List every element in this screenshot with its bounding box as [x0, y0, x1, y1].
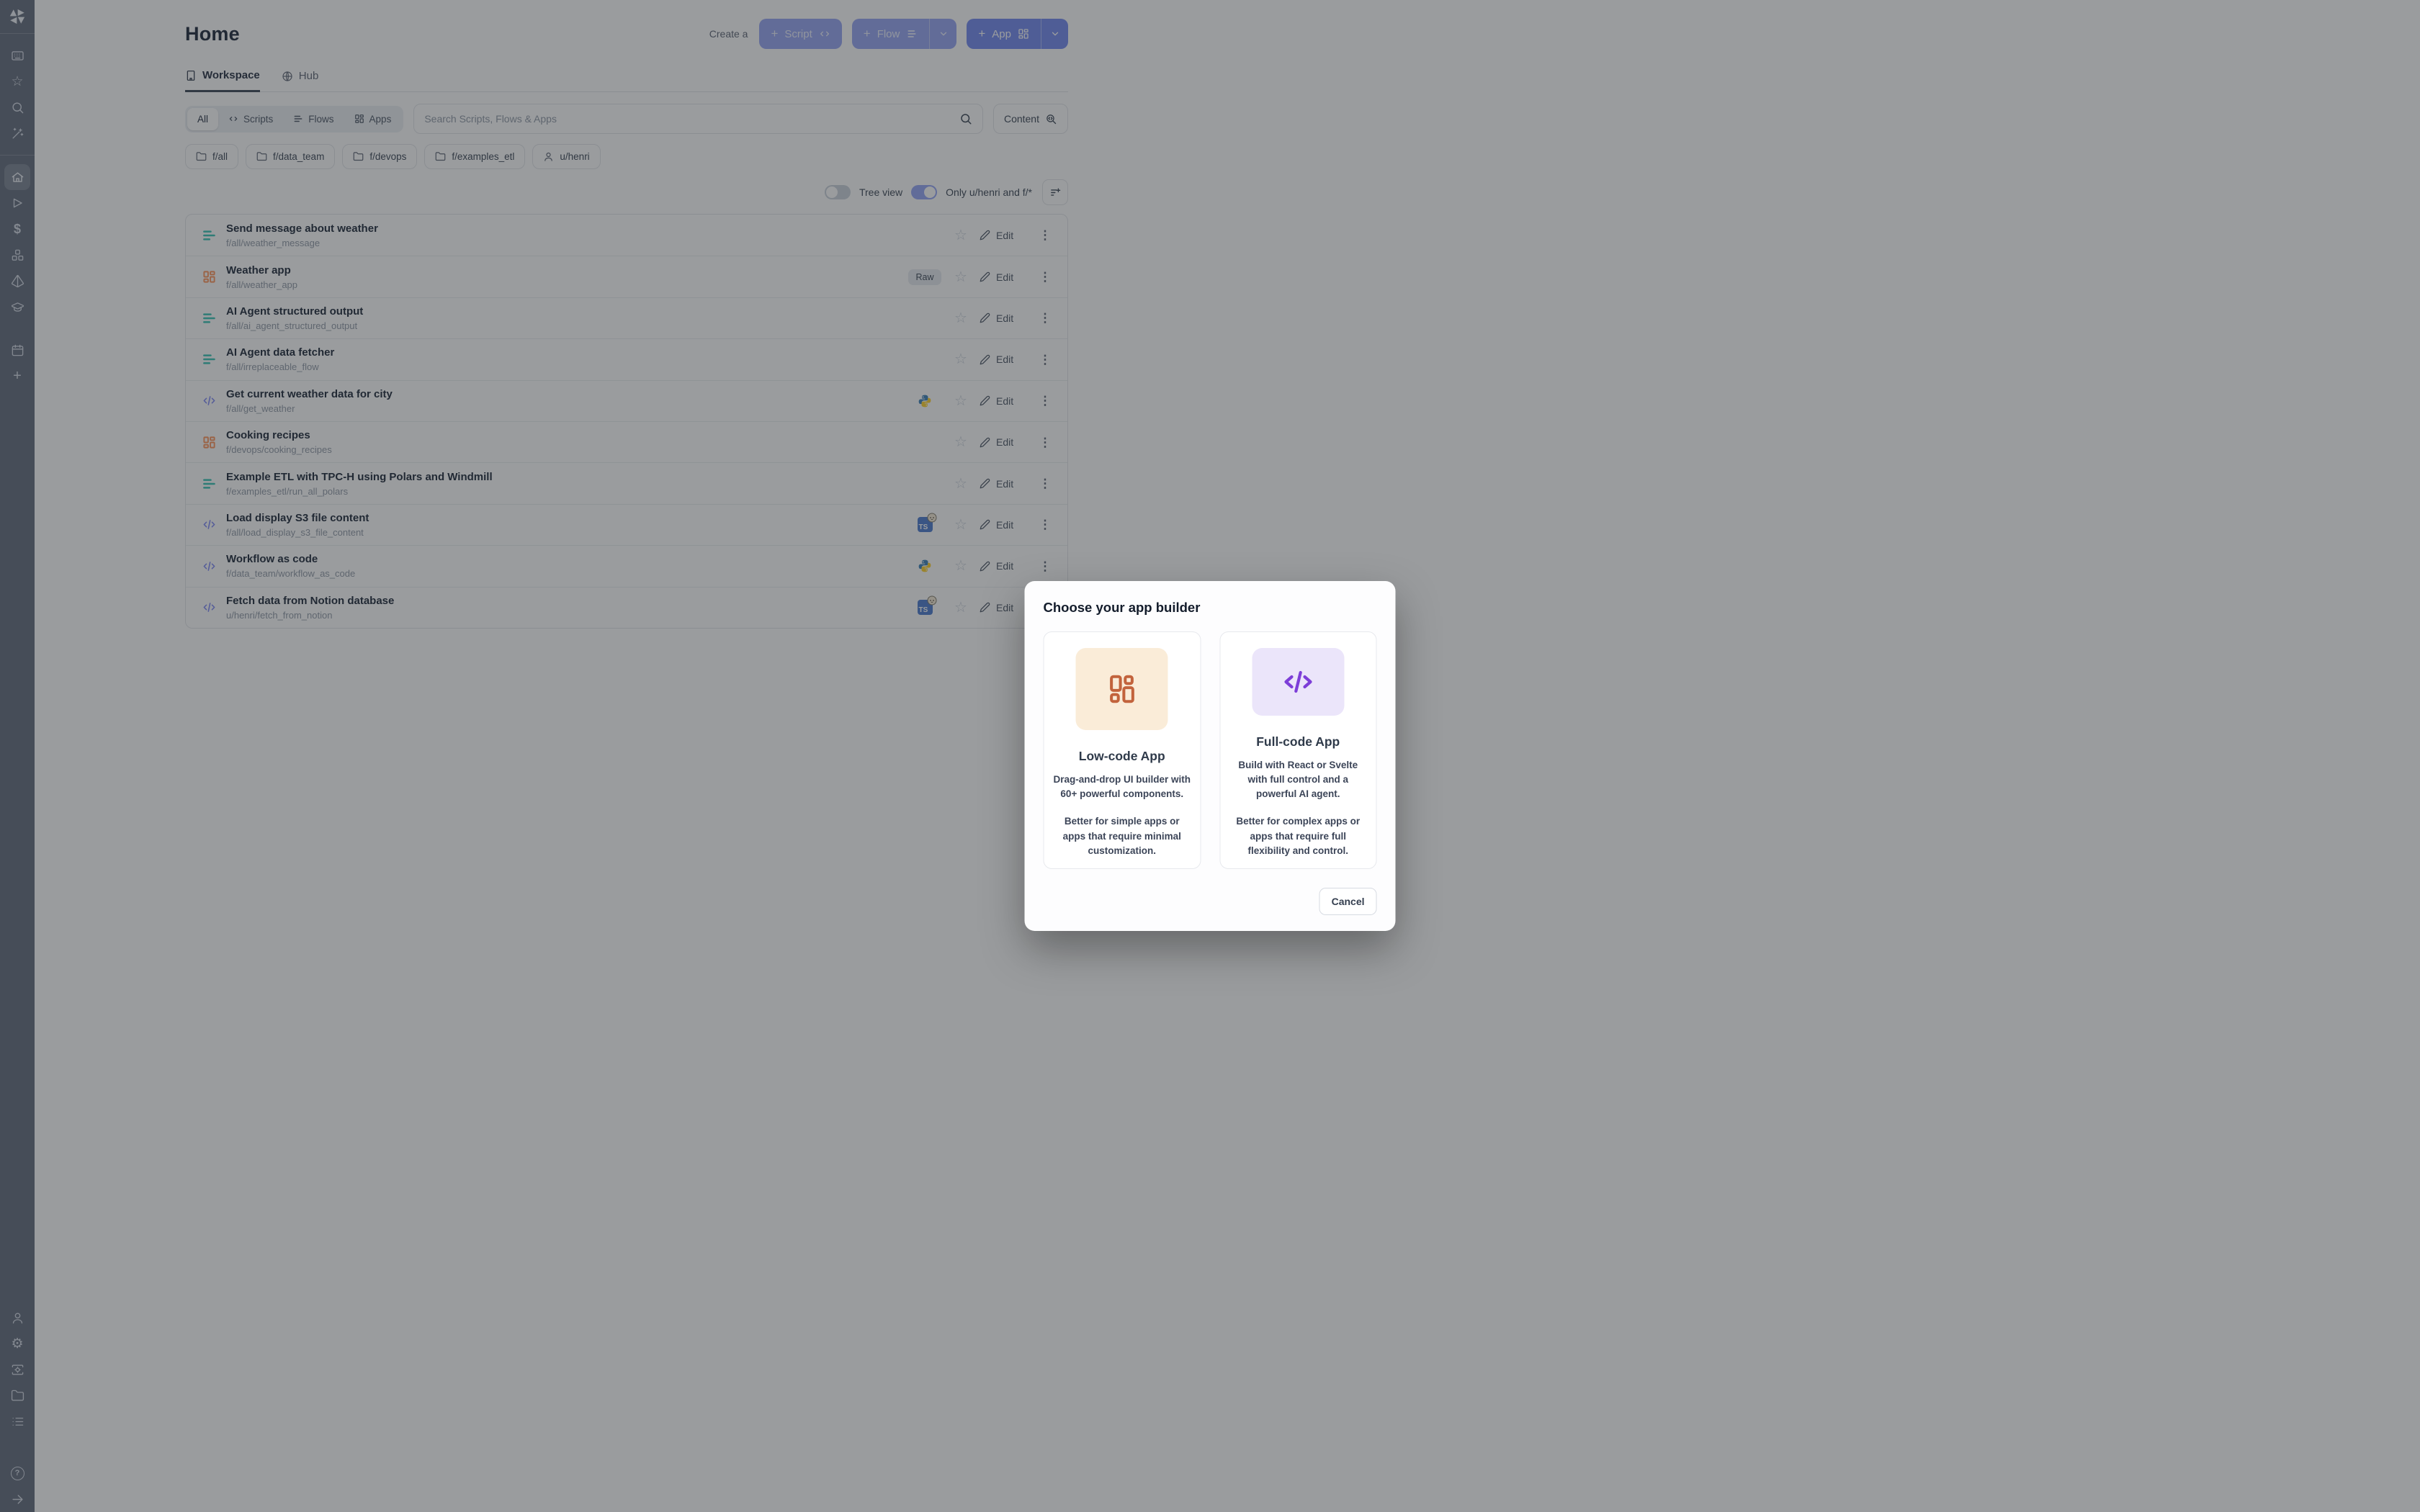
low-code-app-option[interactable]: Low-code App Drag-and-drop UI builder wi…	[1044, 631, 1201, 869]
low-code-desc-1: Drag-and-drop UI builder with 60+ powerf…	[1053, 773, 1192, 802]
cancel-button[interactable]: Cancel	[1319, 888, 1377, 915]
full-code-desc-1: Build with React or Svelte with full con…	[1229, 758, 1368, 802]
app-builder-modal: Choose your app builder Low-code App Dra…	[1025, 581, 1396, 931]
low-code-tile	[1076, 648, 1168, 730]
full-code-tile	[1252, 648, 1344, 716]
low-code-title: Low-code App	[1079, 749, 1165, 764]
low-code-desc-2: Better for simple apps or apps that requ…	[1053, 814, 1192, 858]
full-code-desc-2: Better for complex apps or apps that req…	[1229, 814, 1368, 858]
code-icon	[1281, 665, 1315, 699]
modal-title: Choose your app builder	[1044, 600, 1377, 616]
full-code-title: Full-code App	[1256, 734, 1340, 750]
full-code-app-option[interactable]: Full-code App Build with React or Svelte…	[1219, 631, 1377, 869]
grid-icon	[1106, 672, 1139, 706]
